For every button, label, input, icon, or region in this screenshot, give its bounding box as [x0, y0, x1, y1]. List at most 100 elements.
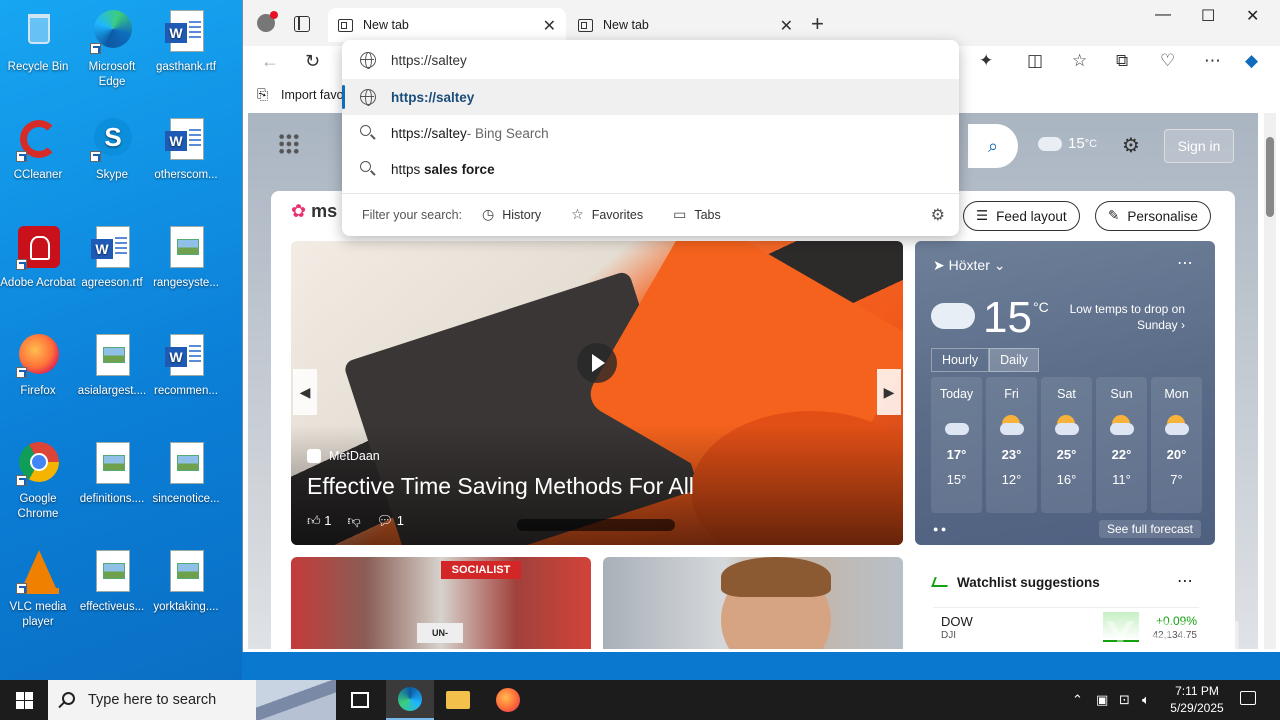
daily-tab[interactable]: Daily — [989, 348, 1039, 372]
filter-favorites[interactable]: ☆ Favorites — [571, 206, 643, 223]
back-button[interactable]: ← — [261, 51, 279, 72]
more-icon[interactable]: ⋯ — [1204, 51, 1221, 71]
weather-page-dots[interactable]: ● ● — [933, 524, 946, 534]
see-full-forecast-link[interactable]: See full forecast — [1098, 520, 1201, 538]
filter-tabs[interactable]: ▭ Tabs — [673, 206, 721, 223]
volume-icon[interactable]: 🔈︎ — [1142, 692, 1150, 708]
tab-actions-icon[interactable] — [294, 16, 310, 32]
taskbar-file-explorer[interactable] — [434, 680, 482, 720]
desktop-icon-sincenotice[interactable]: sincenotice... — [148, 440, 224, 507]
import-favorites-link[interactable]: Import favo — [281, 88, 344, 102]
desktop-icon-yorktaking[interactable]: yorktaking.... — [148, 548, 224, 615]
suggestion-url[interactable]: https://saltey — [342, 79, 959, 115]
weather-location[interactable]: ➤ Höxter ⌄ — [933, 257, 1005, 274]
device-icon[interactable]: ▣ — [1096, 692, 1108, 708]
carousel-next-icon[interactable]: ▶ — [877, 369, 901, 415]
desktop-icon-label: definitions.... — [79, 493, 145, 505]
desktop-icon-label: Skype — [96, 169, 128, 181]
desktop-icon-ccleaner[interactable]: CCleaner — [0, 116, 76, 183]
task-view-button[interactable] — [336, 680, 384, 720]
tab-new-tab[interactable]: New tab ✕ — [568, 8, 803, 42]
page-scrollbar[interactable] — [1264, 113, 1276, 649]
watchlist-more-icon[interactable]: ⋯ — [1177, 571, 1193, 591]
hero-card[interactable]: ◀ ▶ MetDaan Effective Time Saving Method… — [291, 241, 903, 545]
settings-gear-icon[interactable]: ⚙ — [1122, 133, 1140, 158]
taskbar-firefox[interactable] — [484, 680, 532, 720]
browser-essentials-icon[interactable]: ♡ — [1160, 51, 1175, 71]
desktop-icon-skype[interactable]: S Skype — [74, 116, 150, 183]
desktop-icon-firefox[interactable]: Firefox — [0, 332, 76, 399]
tab-close-icon[interactable]: ✕ — [543, 16, 556, 36]
suggestion-bing-search[interactable]: https://saltey - Bing Search — [342, 115, 959, 151]
forecast-day[interactable]: Sun 22° 11° — [1096, 377, 1147, 513]
extensions-icon[interactable]: ✦ — [979, 51, 993, 71]
desktop-icon-recommen[interactable]: recommen... — [148, 332, 224, 399]
desktop-icon-label: Adobe Acrobat — [0, 277, 76, 289]
desktop-icon-effectiveus[interactable]: effectiveus... — [74, 548, 150, 615]
desktop-icon-rangesyste[interactable]: rangesyste... — [148, 224, 224, 291]
filter-settings-gear-icon[interactable]: ⚙ — [931, 205, 945, 225]
play-icon[interactable] — [577, 343, 617, 383]
news-card-person[interactable] — [603, 557, 903, 649]
msn-logo[interactable]: ✿ ms — [291, 201, 337, 222]
filter-history[interactable]: ◷ History — [482, 206, 541, 223]
forecast-day[interactable]: Mon 20° 7° — [1151, 377, 1202, 513]
notifications-icon[interactable] — [1240, 691, 1256, 705]
image-file-icon — [170, 550, 204, 592]
tab-close-icon[interactable]: ✕ — [780, 16, 793, 36]
hero-title[interactable]: Effective Time Saving Methods For All — [307, 473, 694, 500]
suggestion-sales-force[interactable]: https sales force — [342, 151, 959, 187]
minimize-button[interactable]: — — [1155, 6, 1171, 24]
carousel-prev-icon[interactable]: ◀ — [293, 369, 317, 415]
desktop-icon-vlc[interactable]: VLC media player — [0, 548, 76, 630]
like-button[interactable]: 👍︎ 1 — [307, 513, 331, 529]
address-bar-input[interactable]: https://saltey — [342, 42, 959, 78]
desktop-icon-acrobat[interactable]: Adobe Acrobat — [0, 224, 76, 291]
weather-more-icon[interactable]: ⋯ — [1177, 253, 1193, 273]
desktop-icon-agreeson[interactable]: agreeson.rtf — [74, 224, 150, 291]
filter-label: Filter your search: — [362, 207, 463, 222]
personalise-button[interactable]: ✎ Personalise — [1095, 201, 1211, 231]
image-file-icon — [96, 442, 130, 484]
apps-launcher-icon[interactable] — [278, 133, 300, 155]
import-icon: ⎘ — [257, 86, 269, 102]
desktop-icon-otherscom[interactable]: otherscom... — [148, 116, 224, 183]
weather-note[interactable]: Low temps to drop on Sunday › — [1065, 301, 1185, 333]
carousel-dots[interactable] — [517, 519, 675, 531]
dislike-icon[interactable]: 👎︎ — [347, 513, 360, 529]
split-screen-icon[interactable]: ◫ — [1027, 51, 1043, 71]
desktop-icon-definitions[interactable]: definitions.... — [74, 440, 150, 507]
show-hidden-icons-icon[interactable]: ⌃ — [1072, 692, 1083, 708]
desktop-icon-edge[interactable]: Microsoft Edge — [74, 8, 150, 90]
sign-in-button[interactable]: Sign in — [1164, 129, 1234, 163]
hourly-tab[interactable]: Hourly — [931, 348, 990, 372]
desktop-icon-recycle-bin[interactable]: Recycle Bin — [0, 8, 76, 75]
profile-icon[interactable] — [257, 11, 278, 32]
taskbar-search-box[interactable]: Type here to search — [48, 680, 336, 720]
tab-new-tab-active[interactable]: New tab ✕ — [328, 8, 566, 42]
close-window-button[interactable]: ✕ — [1246, 6, 1259, 26]
forecast-days: Today 17° 15° Fri 23° 12° Sat 25° 16° Su… — [931, 377, 1202, 513]
collections-icon[interactable]: ⧉ — [1116, 51, 1128, 71]
new-tab-button[interactable]: + — [811, 11, 824, 37]
forecast-day[interactable]: Today 17° 15° — [931, 377, 982, 513]
network-icon[interactable]: ⊡ — [1119, 692, 1130, 708]
search-button[interactable]: ⌕ — [968, 124, 1018, 168]
copilot-icon[interactable]: ◆ — [1245, 51, 1258, 71]
favorites-icon[interactable]: ☆ — [1072, 51, 1087, 71]
taskbar-edge[interactable] — [386, 680, 434, 720]
taskbar-clock[interactable]: 7:11 PM 5/29/2025 — [1160, 683, 1234, 717]
desktop-icon-gasthank[interactable]: gasthank.rtf — [148, 8, 224, 75]
header-weather-unit: °C — [1084, 137, 1098, 150]
desktop-icon-chrome[interactable]: Google Chrome — [0, 440, 76, 522]
maximize-button[interactable]: ☐ — [1201, 6, 1215, 26]
header-weather[interactable]: 15 °C — [1038, 135, 1097, 152]
feed-layout-button[interactable]: ☰ Feed layout — [963, 201, 1080, 231]
forecast-day[interactable]: Fri 23° 12° — [986, 377, 1037, 513]
refresh-button[interactable]: ↻ — [305, 51, 320, 72]
comment-button[interactable]: 💬︎ 1 — [377, 513, 404, 529]
news-card-protest[interactable]: SOCIALIST UN-TRUMP — [291, 557, 591, 649]
windows-start-icon[interactable] — [16, 692, 33, 709]
desktop-icon-asialargest[interactable]: asialargest.... — [74, 332, 150, 399]
forecast-day[interactable]: Sat 25° 16° — [1041, 377, 1092, 513]
